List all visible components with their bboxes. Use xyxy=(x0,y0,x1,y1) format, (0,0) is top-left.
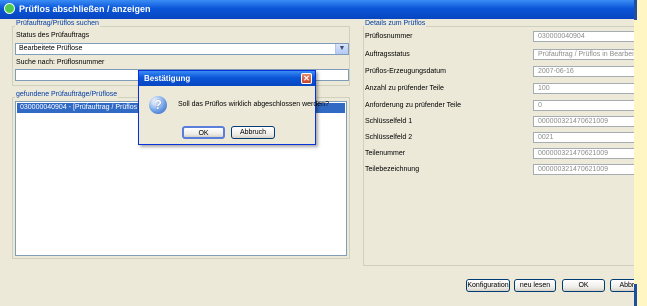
desktop-edge xyxy=(634,0,647,306)
konfiguration-button[interactable]: Konfiguration xyxy=(466,279,510,292)
dialog-abbruch-button[interactable]: Abbruch xyxy=(231,126,275,139)
detail-label: Schlüsselfeld 1 xyxy=(365,118,413,125)
status-select-value: Bearbeitete Prüflose xyxy=(19,45,83,52)
detail-label: Schlüsselfeld 2 xyxy=(365,134,413,141)
details-group xyxy=(363,26,638,266)
dialog-ok-button[interactable]: OK xyxy=(182,126,225,139)
search-group-label: Prüfauftrag/Prüflos suchen xyxy=(15,20,100,27)
window-title: Prüflos abschließen / anzeigen xyxy=(19,4,151,14)
dialog-title-bar[interactable]: Bestätigung ✕ xyxy=(139,71,315,86)
chevron-down-icon[interactable]: ▼ xyxy=(335,44,348,54)
detail-label: Teilenummer xyxy=(365,150,406,157)
dialog-message: Soll das Prüflos wirklich abgeschlossen … xyxy=(178,101,329,108)
detail-label: Anforderung zu prüfender Teile xyxy=(365,102,461,109)
status-label: Status des Prüfauftrags xyxy=(16,32,90,39)
main-window: Prüflos abschließen / anzeigen Prüfauftr… xyxy=(0,0,647,306)
confirmation-dialog: Bestätigung ✕ ? Soll das Prüflos wirklic… xyxy=(138,70,329,145)
ok-button[interactable]: OK xyxy=(562,279,605,292)
detail-value: 2007-06-16 xyxy=(533,66,643,77)
detail-label: Anzahl zu prüfender Teile xyxy=(365,85,444,92)
app-icon xyxy=(4,3,15,14)
detail-value: 000000321470621009 xyxy=(533,164,643,175)
question-icon: ? xyxy=(149,96,167,114)
dialog-title: Bestätigung xyxy=(144,74,191,83)
detail-label: Prüflos-Erzeugungsdatum xyxy=(365,68,446,75)
status-select[interactable]: Bearbeitete Prüflose ▼ xyxy=(15,43,349,55)
search-label: Suche nach: Prüflosnummer xyxy=(16,59,105,66)
detail-value: 100 xyxy=(533,83,643,94)
title-bar[interactable]: Prüflos abschließen / anzeigen xyxy=(0,0,634,19)
detail-value: 0 xyxy=(533,100,643,111)
close-icon[interactable]: ✕ xyxy=(301,73,312,84)
details-group-label: Details zum Prüflos xyxy=(364,20,427,27)
detail-label: Prüflosnummer xyxy=(365,33,413,40)
detail-value: 030000040904 xyxy=(533,31,643,42)
detail-value: 000000321470621009 xyxy=(533,148,643,159)
detail-label: Teilebezeichnung xyxy=(365,166,420,173)
results-group-label: gefundene Prüfaufträge/Prüflose xyxy=(15,91,119,98)
detail-value: 000000321470621009 xyxy=(533,116,643,127)
detail-value: Prüfauftrag / Prüflos in Bearbeitung xyxy=(533,49,643,60)
detail-value: 0021 xyxy=(533,132,643,143)
neu-lesen-button[interactable]: neu lesen xyxy=(514,279,556,292)
detail-label: Auftragsstatus xyxy=(365,51,410,58)
